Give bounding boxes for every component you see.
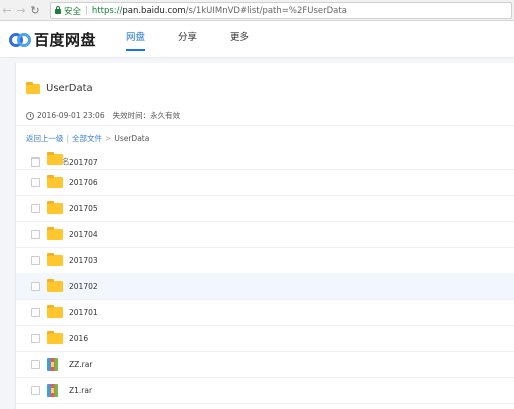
- folder-icon: [47, 174, 63, 188]
- url-separator: |: [85, 5, 88, 16]
- all-files-link[interactable]: 全部文件: [72, 133, 102, 144]
- share-title: UserData: [46, 83, 93, 94]
- folder-icon: [47, 200, 63, 214]
- share-date: 2016-09-01 23:06: [37, 111, 105, 120]
- list-item[interactable]: 201705: [16, 195, 514, 222]
- list-item[interactable]: 201704: [16, 221, 514, 248]
- list-item[interactable]: ZZ.rar: [16, 351, 514, 378]
- file-name[interactable]: Z1.rar: [69, 386, 92, 395]
- app-header: 百度网盘 网盘 分享 更多: [0, 21, 514, 58]
- file-name[interactable]: 201706: [69, 178, 98, 187]
- tab-more[interactable]: 更多: [230, 21, 249, 57]
- list-item[interactable]: 201703: [16, 247, 514, 274]
- row-checkbox[interactable]: [31, 255, 40, 265]
- row-checkbox[interactable]: [31, 385, 40, 395]
- list-item[interactable]: 201702: [16, 273, 514, 300]
- row-checkbox[interactable]: [31, 229, 40, 239]
- row-checkbox[interactable]: [31, 157, 40, 167]
- logo-text: 百度网盘: [34, 31, 97, 49]
- row-checkbox[interactable]: [31, 177, 40, 187]
- folder-icon: [47, 152, 63, 165]
- logo[interactable]: 百度网盘: [9, 29, 96, 50]
- share-panel: UserData 2016-09-01 23:06 失效时间：永久有效 返回上一…: [15, 63, 514, 409]
- file-name[interactable]: 201703: [69, 256, 98, 265]
- file-name[interactable]: ZZ.rar: [69, 360, 92, 369]
- file-name[interactable]: 201702: [69, 282, 98, 291]
- back-link[interactable]: 返回上一级: [26, 133, 64, 144]
- back-arrow-icon[interactable]: ←: [0, 0, 14, 20]
- tab-netdisk[interactable]: 网盘: [126, 21, 146, 57]
- file-name[interactable]: 2016: [69, 334, 88, 343]
- share-header: UserData: [26, 81, 93, 94]
- file-name[interactable]: 201707: [69, 158, 98, 167]
- secure-label: 安全: [64, 6, 82, 17]
- lock-icon: [55, 6, 61, 14]
- url-host: pan.baidu.com: [122, 5, 186, 16]
- folder-icon: [26, 81, 40, 94]
- rar-file-icon: [47, 383, 58, 397]
- breadcrumb-chevron: >: [105, 134, 112, 143]
- share-meta: 2016-09-01 23:06 失效时间：永久有效: [26, 110, 180, 121]
- list-item[interactable]: Z1.rar: [16, 377, 514, 404]
- row-checkbox[interactable]: [31, 307, 40, 317]
- row-checkbox[interactable]: [31, 281, 40, 291]
- folder-icon: [47, 330, 63, 344]
- forward-arrow-icon[interactable]: →: [14, 0, 28, 20]
- main-nav: 网盘 分享 更多: [126, 21, 282, 57]
- folder-icon: [47, 226, 63, 240]
- baidu-cloud-logo-icon: [9, 32, 31, 47]
- breadcrumb-separator: |: [66, 134, 70, 143]
- url-path: /s/1kUIMnVD#list/path=%2FUserData: [185, 5, 347, 16]
- address-bar[interactable]: 安全 | https://pan.baidu.com/s/1kUIMnVD#li…: [50, 2, 512, 19]
- browser-toolbar: ← → ↻ 安全 | https://pan.baidu.com/s/1kUIM…: [0, 0, 514, 21]
- list-item[interactable]: 201707: [16, 152, 514, 170]
- breadcrumb-current: UserData: [114, 134, 150, 143]
- file-name[interactable]: 201701: [69, 308, 98, 317]
- divider: [16, 125, 514, 126]
- row-checkbox[interactable]: [31, 333, 40, 343]
- list-item[interactable]: 201701: [16, 299, 514, 326]
- file-name[interactable]: 201705: [69, 204, 98, 213]
- folder-icon: [47, 278, 63, 292]
- breadcrumb: 返回上一级 | 全部文件 > UserData: [26, 133, 149, 144]
- list-item[interactable]: 201706: [16, 169, 514, 196]
- clock-icon: [26, 111, 34, 120]
- url-scheme: https://: [91, 5, 123, 16]
- file-name[interactable]: 201704: [69, 230, 98, 239]
- reload-icon[interactable]: ↻: [28, 0, 42, 20]
- folder-icon: [47, 252, 63, 266]
- row-checkbox[interactable]: [31, 359, 40, 369]
- folder-icon: [47, 304, 63, 318]
- row-checkbox[interactable]: [31, 203, 40, 213]
- expiry-text: 失效时间：永久有效: [112, 111, 181, 120]
- list-item[interactable]: 2016: [16, 325, 514, 352]
- rar-file-icon: [47, 357, 58, 371]
- tab-share[interactable]: 分享: [178, 21, 197, 57]
